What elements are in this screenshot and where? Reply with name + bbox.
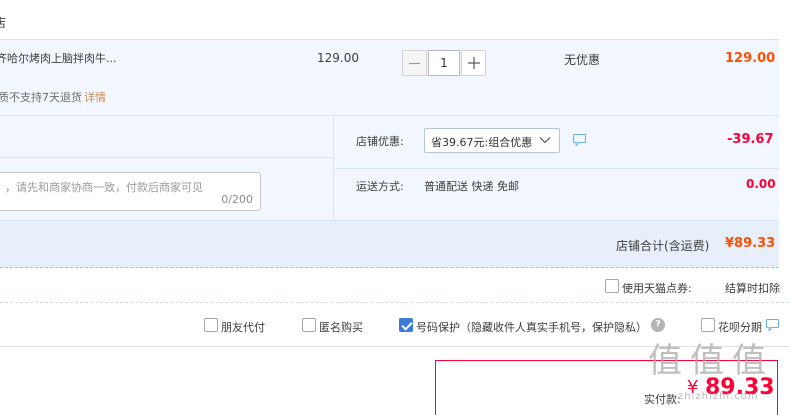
cart-item-row: 齐哈尔烤肉上脑拌肉牛... 质不支持7天退货 详情 129.00 1 无优惠 12…: [0, 40, 779, 116]
watermark-glyph: 值: [732, 341, 766, 381]
buyer-memo-field[interactable]: ，请先和商家协商一致，付款后商家可见 0/200: [0, 172, 261, 211]
item-details-link[interactable]: 详情: [84, 91, 106, 104]
watermark-glyph: 值: [648, 341, 682, 381]
divider: [0, 157, 334, 158]
quantity-decrease-button[interactable]: [402, 50, 427, 76]
shipping-method: 普通配送 快递 免邮: [424, 180, 519, 193]
watermark-glyph: 值: [690, 341, 724, 381]
subtotal-label: 店铺合计(含运费): [616, 239, 710, 253]
quantity-input[interactable]: 1: [428, 50, 460, 76]
chat-bubble-icon[interactable]: [766, 319, 779, 331]
minus-icon: [409, 62, 420, 64]
help-icon[interactable]: ?: [651, 318, 665, 332]
shop-subtotal-bar: 店铺合计(含运费) ¥89.33: [0, 220, 779, 268]
friend-pay-checkbox[interactable]: [204, 318, 218, 332]
subtotal-value: ¥89.33: [725, 236, 776, 251]
shop-discount-amount: -39.67: [727, 132, 774, 147]
use-points-label: 使用天猫点券:: [622, 282, 692, 295]
item-return-note-text: 质不支持7天退货: [0, 91, 82, 104]
anonymous-label: 匿名购买: [319, 321, 363, 334]
shop-header: 店: [0, 0, 779, 40]
memo-placeholder: ，请先和商家协商一致，付款后商家可见: [5, 181, 203, 194]
chat-bubble-icon[interactable]: [573, 134, 586, 146]
memo-char-counter: 0/200: [221, 193, 253, 206]
item-title[interactable]: 齐哈尔烤肉上脑拌肉牛...: [0, 50, 117, 66]
watermark-site: zhizhizhi.com: [678, 391, 759, 402]
item-promotion: 无优惠: [564, 53, 601, 67]
divider: [335, 168, 779, 169]
quantity-stepper: 1: [402, 50, 486, 76]
item-return-note: 质不支持7天退货 详情: [0, 89, 106, 105]
use-points-checkbox[interactable]: [605, 279, 619, 293]
item-unit-price: 129.00: [317, 51, 359, 65]
memo-column: ，请先和商家协商一致，付款后商家可见 0/200: [0, 116, 334, 220]
shop-discount-select[interactable]: 省39.67元:组合优惠: [424, 128, 560, 153]
chevron-down-icon: [539, 137, 551, 144]
number-protect-checkbox[interactable]: [399, 318, 413, 332]
site-watermark: 值 值 值 zhizhizhi.com: [648, 333, 776, 413]
quantity-increase-button[interactable]: [461, 50, 486, 76]
points-deduct-note: 结算时扣除: [725, 282, 780, 295]
shop-header-label: 店: [0, 16, 7, 30]
anonymous-checkbox[interactable]: [302, 318, 316, 332]
number-protect-label: 号码保护（隐藏收件人真实手机号，保护隐私）: [416, 321, 647, 334]
shipping-label: 运送方式:: [356, 180, 404, 193]
huabei-checkbox[interactable]: [701, 318, 715, 332]
order-options-panel: ，请先和商家协商一致，付款后商家可见 0/200: [0, 116, 779, 220]
shipping-amount: 0.00: [746, 177, 776, 191]
shop-discount-label: 店铺优惠:: [356, 135, 404, 148]
plus-icon: [467, 57, 480, 69]
item-total-price: 129.00: [725, 51, 776, 66]
friend-pay-label: 朋友代付: [221, 321, 265, 334]
shop-discount-selected: 省39.67元:组合优惠: [431, 136, 533, 149]
